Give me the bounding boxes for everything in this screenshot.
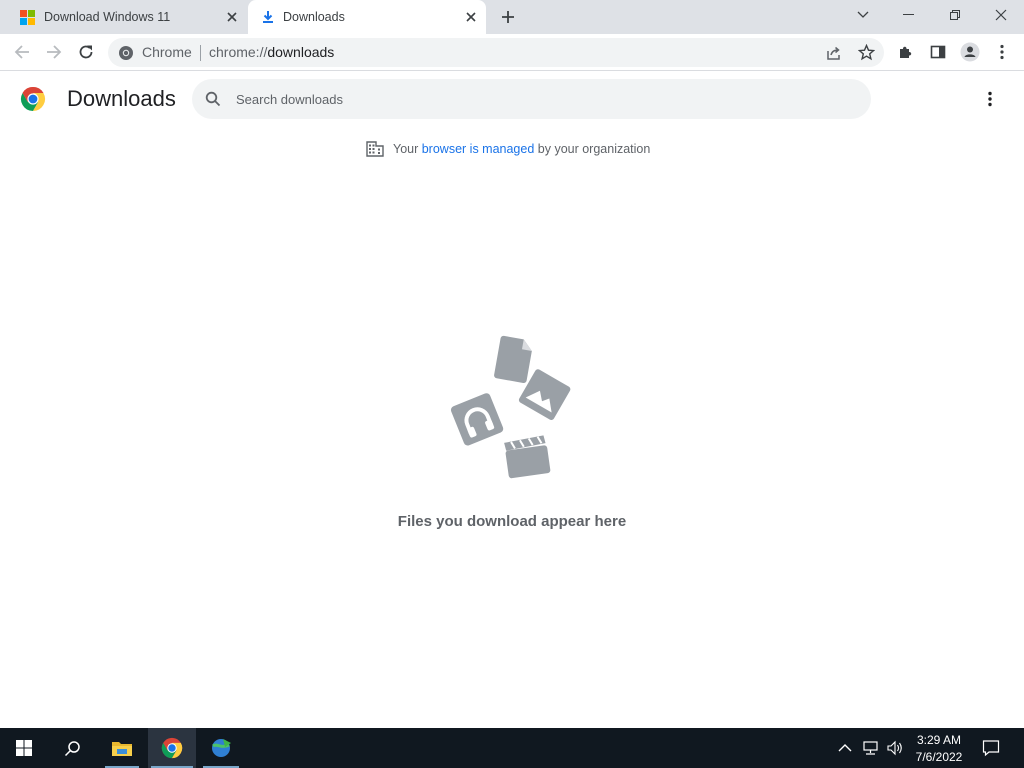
restore-button[interactable]	[932, 0, 978, 30]
start-button[interactable]	[4, 728, 44, 768]
browser-toolbar: Chrome chrome://downloads	[0, 34, 1024, 71]
back-button[interactable]	[10, 40, 34, 64]
chevron-up-icon	[838, 744, 852, 752]
network-button[interactable]	[862, 740, 880, 756]
minimize-button[interactable]	[886, 0, 932, 30]
search-icon	[64, 740, 80, 756]
chrome-logo-icon	[20, 86, 46, 112]
taskbar-internet-download-manager[interactable]	[200, 728, 242, 768]
share-icon[interactable]	[826, 45, 842, 61]
empty-downloads-illustration	[450, 335, 571, 479]
search-icon[interactable]	[205, 91, 221, 107]
clock-date: 7/6/2022	[915, 750, 963, 764]
download-arrow-icon	[261, 10, 275, 24]
tab-downloads[interactable]: Downloads	[248, 0, 486, 34]
action-center-icon	[982, 740, 1000, 757]
document-icon	[494, 335, 532, 383]
more-vertical-icon	[988, 91, 992, 107]
browser-menu-button[interactable]	[990, 40, 1014, 64]
clock-time: 3:29 AM	[916, 733, 962, 747]
close-icon[interactable]	[224, 9, 240, 25]
audio-icon	[450, 393, 504, 446]
start-icon	[16, 740, 32, 756]
tab-title: Downloads	[283, 10, 345, 24]
empty-state-message: Files you download appear here	[397, 513, 627, 530]
forward-arrow-icon	[47, 45, 62, 59]
url-host: downloads	[267, 44, 335, 60]
internet-download-manager-icon	[212, 739, 231, 757]
forward-button[interactable]	[42, 40, 66, 64]
managed-suffix: by your organization	[534, 142, 651, 156]
managed-browser-notice: Your browser is managed by your organiza…	[366, 140, 650, 158]
url-text: chrome://downloads	[209, 44, 334, 60]
chrome-site-icon[interactable]	[118, 45, 134, 61]
plus-icon	[502, 11, 514, 23]
chevron-down-icon	[857, 11, 869, 18]
show-hidden-icons-button[interactable]	[838, 740, 854, 756]
taskbar-chrome[interactable]	[148, 728, 196, 768]
taskbar-search-button[interactable]	[52, 728, 92, 768]
address-bar[interactable]: Chrome chrome://downloads	[108, 38, 884, 67]
side-panel-button[interactable]	[926, 40, 950, 64]
tab-title: Download Windows 11	[44, 10, 171, 24]
windows-logo-icon	[20, 10, 35, 25]
tab-strip: Download Windows 11 Downloads	[0, 0, 1024, 34]
omnibox-separator	[200, 45, 201, 61]
close-icon[interactable]	[463, 9, 479, 25]
building-icon	[366, 141, 384, 157]
taskbar-clock[interactable]: 3:29 AM 7/6/2022	[910, 732, 968, 766]
file-explorer-icon	[112, 742, 132, 756]
search-input[interactable]	[236, 89, 836, 109]
notifications-button[interactable]	[982, 739, 1000, 757]
minimize-icon	[903, 14, 914, 15]
site-label: Chrome	[142, 44, 192, 60]
managed-prefix: Your	[393, 142, 422, 156]
bookmark-star-icon[interactable]	[857, 43, 876, 61]
new-tab-button[interactable]	[498, 7, 518, 27]
windows-taskbar	[0, 728, 1024, 768]
avatar-icon	[960, 42, 980, 62]
volume-button[interactable]	[886, 740, 904, 756]
profile-button[interactable]	[958, 40, 982, 64]
side-panel-icon	[930, 45, 946, 59]
puzzle-icon	[900, 46, 912, 58]
tab-search-button[interactable]	[840, 0, 886, 30]
search-bar[interactable]	[192, 79, 871, 119]
video-clapper-icon	[504, 435, 551, 479]
close-icon	[995, 9, 1007, 21]
restore-icon	[950, 10, 960, 20]
page-menu-button[interactable]	[980, 88, 1000, 110]
back-arrow-icon	[14, 45, 29, 59]
network-icon	[863, 741, 878, 755]
more-vertical-icon	[1000, 44, 1004, 60]
page-title: Downloads	[67, 86, 176, 111]
chrome-icon	[161, 737, 183, 759]
close-window-button[interactable]	[978, 0, 1024, 30]
volume-icon	[887, 740, 902, 756]
reload-icon	[79, 45, 93, 59]
tab-download-windows-11[interactable]: Download Windows 11	[8, 0, 246, 34]
extensions-button[interactable]	[894, 40, 918, 64]
reload-button[interactable]	[74, 40, 98, 64]
url-scheme: chrome://	[209, 44, 268, 60]
taskbar-file-explorer[interactable]	[102, 728, 142, 768]
managed-info-link[interactable]: browser is managed	[422, 142, 535, 156]
